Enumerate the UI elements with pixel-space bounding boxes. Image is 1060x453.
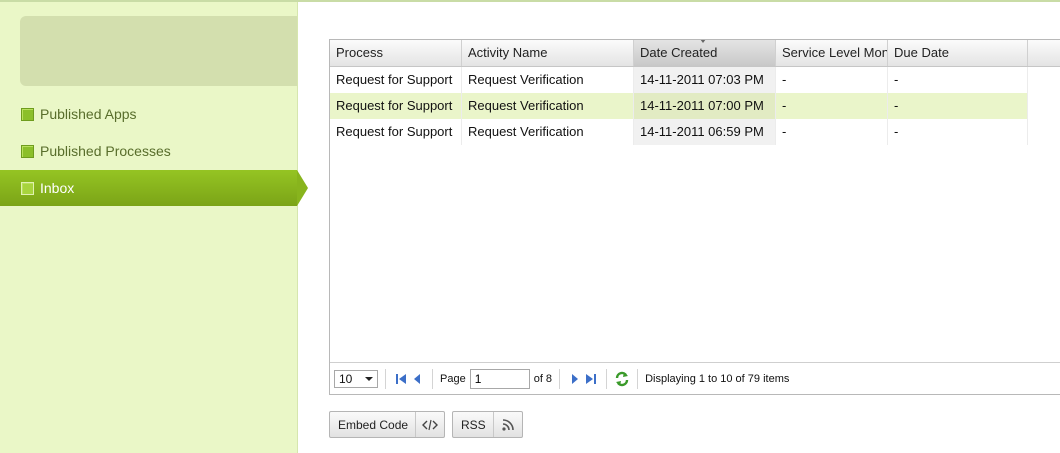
separator [559, 368, 561, 389]
cell-date-created: 14-11-2011 07:03 PM [634, 67, 776, 93]
cell-due-date: - [888, 119, 1028, 145]
next-page-button[interactable] [567, 371, 583, 387]
embed-code-button[interactable]: Embed Code [329, 411, 446, 438]
column-header-process[interactable]: Process [330, 40, 462, 66]
cell-service-level: - [776, 93, 888, 119]
separator [385, 368, 386, 389]
sidebar-item-label: Published Apps [40, 106, 137, 122]
inbox-grid: Process Activity Name Date Created Servi… [329, 39, 1060, 395]
column-header-date-created[interactable]: Date Created [634, 40, 776, 66]
first-page-icon [396, 373, 406, 384]
cell-date-created: 14-11-2011 07:00 PM [634, 93, 776, 119]
sidebar-item-label: Inbox [40, 180, 75, 196]
sidebar-item-inbox[interactable]: Inbox [0, 170, 308, 206]
page-label: Page [440, 372, 466, 385]
display-info-text: Displaying 1 to 10 of 79 items [645, 372, 790, 385]
cell-activity-name: Request Verification [462, 93, 634, 119]
rss-button[interactable]: RSS [452, 411, 523, 438]
pagination-toolbar: 10 Page of 8 [330, 362, 1060, 394]
page-size-select[interactable]: 10 [334, 369, 378, 388]
first-page-button[interactable] [393, 371, 409, 387]
cell-process: Request for Support [330, 67, 462, 93]
column-header-filler [1028, 40, 1060, 66]
cell-service-level: - [776, 119, 888, 145]
cell-service-level: - [776, 67, 888, 93]
sidebar-header-panel [20, 16, 297, 86]
cell-due-date: - [888, 67, 1028, 93]
column-header-activity-name[interactable]: Activity Name [462, 40, 634, 66]
refresh-icon [615, 371, 629, 386]
table-row[interactable]: Request for Support Request Verification… [330, 93, 1028, 119]
embed-code-label: Embed Code [338, 417, 409, 432]
sidebar-item-published-processes[interactable]: Published Processes [0, 133, 297, 169]
rss-icon [492, 412, 522, 437]
separator [637, 368, 639, 389]
cell-due-date: - [888, 93, 1028, 119]
sidebar: Published Apps Published Processes Inbox [0, 2, 308, 453]
prev-page-button[interactable] [409, 371, 425, 387]
sidebar-item-label: Published Processes [40, 143, 171, 159]
separator [432, 368, 433, 389]
cell-activity-name: Request Verification [462, 67, 634, 93]
sort-desc-icon [700, 40, 706, 43]
page-number-input[interactable] [469, 368, 530, 389]
next-page-icon [572, 373, 579, 384]
column-header-label: Date Created [640, 45, 718, 60]
separator [606, 368, 608, 389]
column-header-due-date[interactable]: Due Date [888, 40, 1028, 66]
code-icon [415, 412, 444, 437]
table-row[interactable]: Request for Support Request Verification… [330, 67, 1028, 93]
checkbox-icon [21, 107, 34, 121]
dropdown-arrow-icon [365, 376, 373, 381]
cell-activity-name: Request Verification [462, 119, 634, 145]
cell-process: Request for Support [330, 119, 462, 145]
rss-label: RSS [461, 417, 486, 432]
sidebar-item-published-apps[interactable]: Published Apps [0, 96, 297, 132]
cell-process: Request for Support [330, 93, 462, 119]
column-header-service-level[interactable]: Service Level Mon [776, 40, 888, 66]
page-count-text: of 8 [533, 372, 553, 385]
grid-header: Process Activity Name Date Created Servi… [330, 40, 1060, 67]
page-size-value: 10 [339, 371, 353, 386]
table-row[interactable]: Request for Support Request Verification… [330, 119, 1028, 145]
refresh-button[interactable] [614, 371, 630, 387]
last-page-icon [586, 373, 597, 384]
last-page-button[interactable] [583, 371, 599, 387]
cell-date-created: 14-11-2011 06:59 PM [634, 119, 776, 145]
checkbox-icon [21, 181, 34, 195]
checkbox-icon [21, 144, 34, 158]
prev-page-icon [414, 373, 420, 384]
